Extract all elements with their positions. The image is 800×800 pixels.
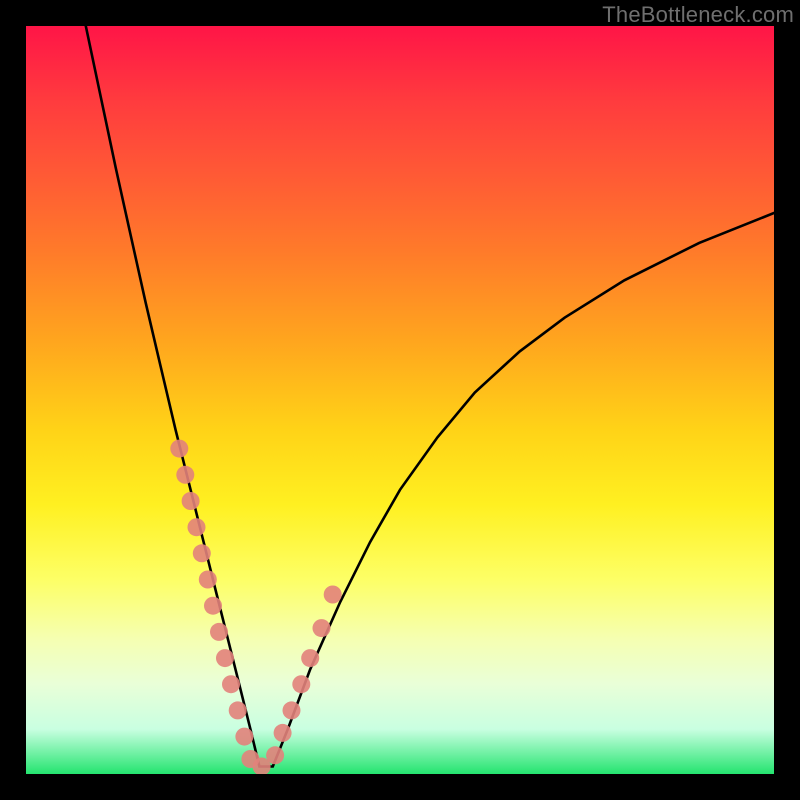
- sample-dot: [324, 586, 342, 604]
- sample-dot: [182, 492, 200, 510]
- sample-dot: [274, 724, 292, 742]
- sample-dot: [210, 623, 228, 641]
- sample-dots-group: [170, 440, 341, 774]
- chart-frame: TheBottleneck.com: [0, 0, 800, 800]
- sample-dot: [216, 649, 234, 667]
- sample-dot: [193, 544, 211, 562]
- sample-dot: [176, 466, 194, 484]
- sample-dot: [199, 571, 217, 589]
- chart-svg: [26, 26, 774, 774]
- sample-dot: [170, 440, 188, 458]
- sample-dot: [301, 649, 319, 667]
- sample-dot: [188, 518, 206, 536]
- plot-area: [26, 26, 774, 774]
- sample-dot: [292, 675, 310, 693]
- sample-dot: [313, 619, 331, 637]
- sample-dot: [222, 675, 240, 693]
- sample-dot: [266, 746, 284, 764]
- watermark-text: TheBottleneck.com: [602, 2, 794, 28]
- sample-dot: [283, 701, 301, 719]
- sample-dot: [229, 701, 247, 719]
- sample-dot: [204, 597, 222, 615]
- bottleneck-curve: [86, 26, 774, 767]
- sample-dot: [235, 728, 253, 746]
